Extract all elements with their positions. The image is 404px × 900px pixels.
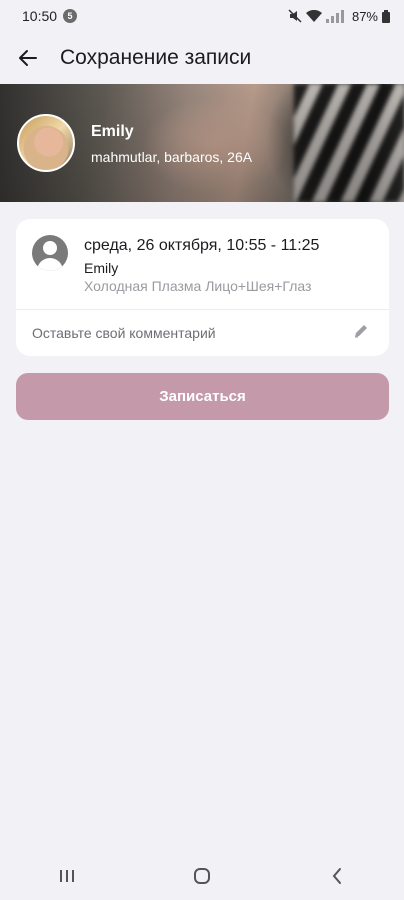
salon-name: Emily (91, 123, 134, 140)
status-time: 10:50 (22, 8, 58, 24)
recents-button[interactable] (37, 856, 97, 896)
home-button[interactable] (172, 856, 232, 896)
mute-icon (288, 9, 302, 23)
pencil-icon[interactable] (353, 323, 369, 344)
salon-address: mahmutlar, barbaros, 26A (91, 149, 253, 165)
nav-back-button[interactable] (307, 856, 367, 896)
master-avatar-placeholder-icon (32, 235, 68, 271)
status-left: 10:50 5 (22, 8, 78, 24)
cover-pattern (294, 84, 404, 202)
divider (16, 309, 389, 310)
system-nav-bar (0, 852, 404, 900)
signal-icon (325, 9, 348, 23)
back-icon (332, 868, 341, 884)
arrow-left-icon (19, 50, 37, 66)
app-bar: Сохранение записи (0, 34, 404, 82)
appointment-service: Холодная Плазма Лицо+Шея+Глаз (84, 278, 312, 294)
appointment-datetime: среда, 26 октября, 10:55 - 11:25 (84, 237, 320, 254)
status-bar: 10:50 5 87% (0, 0, 404, 32)
battery-icon (382, 9, 390, 23)
wifi-icon (305, 9, 322, 23)
back-button[interactable] (0, 34, 56, 82)
appointment-card: среда, 26 октября, 10:55 - 11:25 Emily Х… (16, 219, 389, 356)
appointment-master: Emily (84, 260, 119, 276)
page-title: Сохранение записи (60, 46, 252, 69)
battery-percent: 87% (351, 8, 378, 24)
home-icon (193, 868, 210, 884)
comment-input[interactable] (32, 321, 332, 345)
recents-icon (60, 870, 75, 882)
salon-avatar (17, 114, 75, 172)
book-button[interactable]: Записаться (16, 373, 389, 420)
notification-badge: 5 (63, 9, 78, 23)
status-right: 87% (288, 9, 390, 24)
